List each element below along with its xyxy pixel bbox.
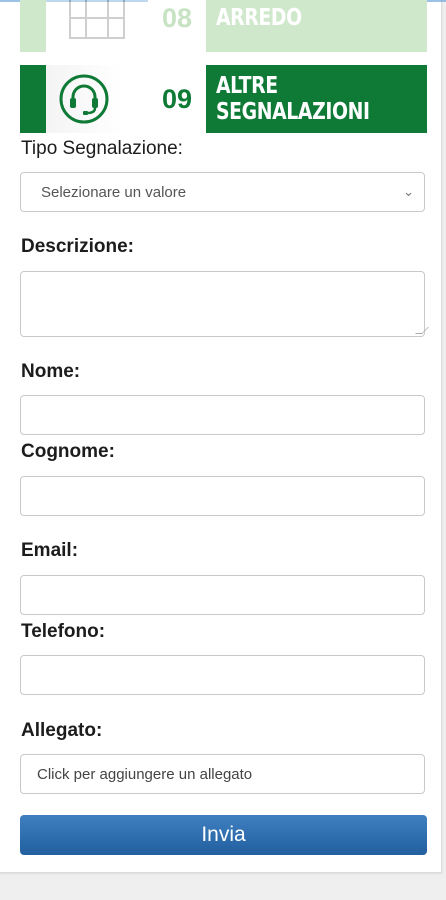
icon-container bbox=[46, 65, 148, 133]
cognome-label: Cognome: bbox=[21, 441, 115, 462]
category-label: ARREDO bbox=[206, 0, 427, 52]
category-label: ALTRE SEGNALAZIONI bbox=[206, 65, 427, 133]
nome-input[interactable] bbox=[20, 395, 425, 435]
category-stripe bbox=[20, 0, 46, 52]
headset-icon bbox=[59, 74, 109, 124]
category-row-altre-segnalazioni[interactable]: 09 ALTRE SEGNALAZIONI bbox=[20, 65, 427, 133]
category-label-line2: SEGNALAZIONI bbox=[216, 99, 370, 125]
report-form-page: 08 ARREDO 09 ALTRE SEGNALAZIONI Tipo Segn… bbox=[0, 0, 446, 873]
category-row-arredo[interactable]: 08 ARREDO bbox=[20, 0, 427, 52]
telefono-label: Telefono: bbox=[21, 621, 106, 642]
tipo-segnalazione-label: Tipo Segnalazione: bbox=[21, 138, 183, 159]
descrizione-textarea[interactable] bbox=[20, 271, 429, 337]
tipo-segnalazione-value: Selezionare un valore bbox=[41, 183, 187, 201]
category-label-text: ARREDO bbox=[216, 5, 302, 31]
invia-button[interactable]: Invia bbox=[20, 815, 427, 855]
tipo-segnalazione-select[interactable]: Selezionare un valore ⌄ bbox=[20, 172, 425, 212]
category-stripe bbox=[20, 65, 46, 133]
email-label: Email: bbox=[21, 540, 79, 561]
chevron-down-icon: ⌄ bbox=[403, 184, 414, 199]
furniture-icon bbox=[46, 0, 148, 52]
category-number: 08 bbox=[148, 0, 206, 52]
allegato-label: Allegato: bbox=[21, 720, 103, 741]
nome-label: Nome: bbox=[21, 361, 81, 382]
allegato-file-input[interactable]: Click per aggiungere un allegato bbox=[20, 754, 425, 794]
category-label-text: ALTRE SEGNALAZIONI bbox=[216, 73, 370, 125]
telefono-input[interactable] bbox=[20, 655, 425, 695]
cognome-input[interactable] bbox=[20, 476, 425, 516]
email-input[interactable] bbox=[20, 575, 425, 615]
descrizione-label: Descrizione: bbox=[21, 236, 134, 257]
category-number: 09 bbox=[148, 65, 206, 133]
allegato-placeholder: Click per aggiungere un allegato bbox=[37, 765, 253, 783]
category-label-line1: ALTRE bbox=[216, 73, 278, 99]
resize-handle-icon[interactable] bbox=[415, 327, 429, 334]
